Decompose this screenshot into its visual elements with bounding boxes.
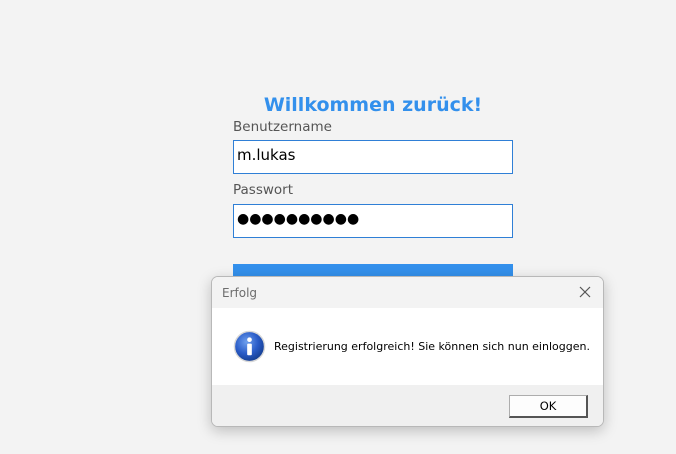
dialog-footer: OK: [212, 385, 603, 426]
login-title: Willkommen zurück!: [263, 94, 483, 116]
info-icon: [233, 330, 266, 363]
password-field[interactable]: ●●●●●●●●●●: [233, 204, 513, 238]
dialog-title: Erfolg: [222, 286, 258, 300]
close-icon[interactable]: [577, 284, 593, 300]
ok-button[interactable]: OK: [509, 395, 588, 418]
success-dialog: Erfolg Registrierung erfolgreich! Sie kö…: [211, 276, 604, 427]
username-label: Benutzername: [233, 119, 332, 135]
dialog-message: Registrierung erfolgreich! Sie können si…: [274, 340, 590, 353]
username-field[interactable]: m.lukas: [233, 140, 513, 174]
dialog-titlebar: Erfolg: [212, 277, 603, 308]
dialog-body: Registrierung erfolgreich! Sie können si…: [212, 308, 603, 385]
password-label: Passwort: [233, 182, 294, 198]
